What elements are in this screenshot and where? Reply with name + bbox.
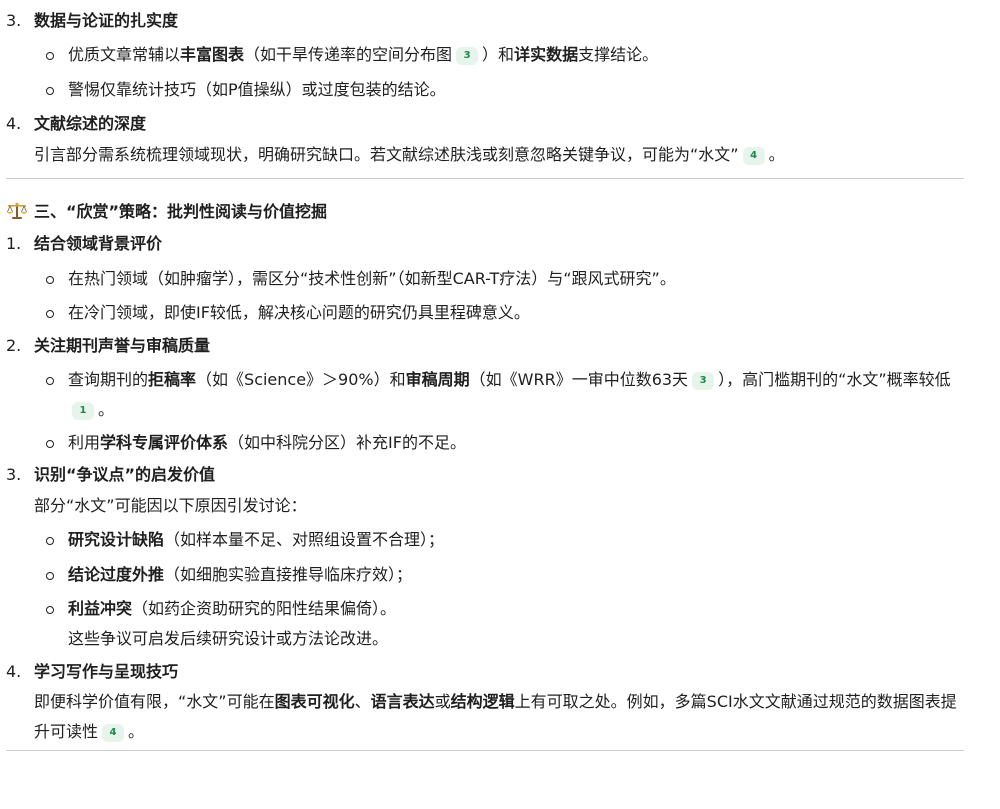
citation-badge[interactable]: 1 <box>72 401 94 420</box>
bullet-item: 在热门领域（如肿瘤学），需区分“技术性创新”（如新型CAR-T疗法）与“跟风式研… <box>0 264 970 294</box>
text: 。 <box>98 399 115 419</box>
bold-text: 审稿周期 <box>405 369 470 389</box>
text: 在热门领域（如肿瘤学），需区分“技术性创新”（如新型CAR-T疗法）与“跟风式研… <box>68 268 676 288</box>
list-number: 1. <box>6 234 22 254</box>
citation-badge[interactable]: 4 <box>742 146 765 165</box>
bold-text: 学科专属评价体系 <box>100 433 229 453</box>
text: 这些争议可启发后续研究设计或方法论改进。 <box>68 629 389 649</box>
bullet-item: 研究设计缺陷（如样本量不足、对照组设置不合理）； <box>0 525 970 555</box>
list-item-title: 关注期刊声誉与审稿质量 <box>34 335 211 355</box>
text: （如干旱传递率的空间分布图 <box>244 45 453 65</box>
balance-scale-icon <box>6 202 28 219</box>
text: 。 <box>128 721 145 741</box>
bold-text: 图表可视化 <box>274 692 355 712</box>
text: 部分“水文”可能因以下原因引发讨论： <box>34 495 307 515</box>
list-number: 3. <box>6 465 22 485</box>
bullet-item: 在冷门领域，即使IF较低，解决核心问题的研究仍具里程碑意义。 <box>0 298 970 328</box>
text: ）和 <box>482 45 515 65</box>
citation-badge[interactable]: 3 <box>692 371 715 390</box>
text: （如中科院分区）补充IF的不足。 <box>228 433 466 453</box>
bullet-item: 警惕仅靠统计技巧（如P值操纵）或过度包装的结论。 <box>0 75 970 105</box>
text: 支撑结论。 <box>578 45 659 65</box>
list-item-data-argument: 3. 数据与论证的扎实度 <box>0 6 970 36</box>
text: 引言部分需系统梳理领域现状，明确研究缺口。若文献综述肤浅或刻意忽略关键争议，可能… <box>34 144 739 164</box>
text: 查询期刊的 <box>68 369 149 389</box>
section-heading-text: 三、“欣赏”策略：批判性阅读与价值挖掘 <box>34 201 328 221</box>
document-page: 3. 数据与论证的扎实度 优质文章常辅以丰富图表（如干旱传递率的空间分布图 3 ）和… <box>0 0 1000 809</box>
list-item-title: 数据与论证的扎实度 <box>34 11 179 30</box>
text: （如《Science》＞90%）和 <box>196 369 406 389</box>
bold-text: 语言表达 <box>370 692 435 712</box>
text: 利用 <box>68 433 101 453</box>
text: （如《WRR》一审中位数63天 <box>469 369 689 389</box>
text: 警惕仅靠统计技巧（如P值操纵）或过度包装的结论。 <box>68 79 446 99</box>
bullet-item: 优质文章常辅以丰富图表（如干旱传递率的空间分布图 3 ）和详实数据支撑结论。 <box>0 40 970 70</box>
text: （如药企资助研究的阳性结果偏倚）。 <box>132 599 397 619</box>
list-item-field-background: 1. 结合领域背景评价 <box>0 229 970 259</box>
citation-badge[interactable]: 4 <box>102 723 125 742</box>
text: 即便科学价值有限，“水文”可能在 <box>34 692 275 712</box>
text: 或 <box>434 692 451 712</box>
text: 。 <box>768 144 785 164</box>
text: （如细胞实验直接推导临床疗效）； <box>164 564 413 584</box>
bold-text: 利益冲突 <box>68 599 133 619</box>
text: 优质文章常辅以 <box>68 45 181 65</box>
bold-text: 研究设计缺陷 <box>68 530 165 550</box>
bold-text: 详实数据 <box>514 45 579 65</box>
bullet-item: 利用学科专属评价体系（如中科院分区）补充IF的不足。 <box>0 428 970 458</box>
text: ），高门槛期刊的“水文”概率较低 <box>718 369 951 389</box>
text: 在冷门领域，即使IF较低，解决核心问题的研究仍具里程碑意义。 <box>68 303 530 323</box>
divider <box>6 177 964 179</box>
list-number: 4. <box>6 114 22 134</box>
bullet-list: 在热门领域（如肿瘤学），需区分“技术性创新”（如新型CAR-T疗法）与“跟风式研… <box>0 264 1000 329</box>
list-item-writing-skills: 4. 学习写作与呈现技巧 <box>0 657 970 687</box>
paragraph: 引言部分需系统梳理领域现状，明确研究缺口。若文献综述肤浅或刻意忽略关键争议，可能… <box>0 140 970 170</box>
section-heading: 三、“欣赏”策略：批判性阅读与价值挖掘 <box>0 197 1000 227</box>
bold-text: 结论过度外推 <box>68 564 165 584</box>
text: 、 <box>354 692 371 712</box>
list-item-title: 识别“争议点”的启发价值 <box>34 465 216 485</box>
bullet-list: 查询期刊的拒稿率（如《Science》＞90%）和审稿周期（如《WRR》一审中位… <box>0 365 1000 459</box>
citation-badge[interactable]: 3 <box>456 47 479 66</box>
bullet-list: 研究设计缺陷（如样本量不足、对照组设置不合理）； 结论过度外推（如细胞实验直接推… <box>0 525 1000 655</box>
list-item-literature-review: 4. 文献综述的深度 <box>0 109 970 139</box>
list-item-journal-reputation: 2. 关注期刊声誉与审稿质量 <box>0 331 970 361</box>
text: （如样本量不足、对照组设置不合理）； <box>164 530 445 550</box>
list-item-controversy: 3. 识别“争议点”的启发价值 <box>0 460 970 490</box>
bold-text: 丰富图表 <box>180 45 245 65</box>
list-item-title: 文献综述的深度 <box>34 114 147 134</box>
bullet-list: 优质文章常辅以丰富图表（如干旱传递率的空间分布图 3 ）和详实数据支撑结论。 警惕仅… <box>0 40 1000 105</box>
paragraph: 部分“水文”可能因以下原因引发讨论： <box>0 491 970 521</box>
bold-text: 拒稿率 <box>148 369 197 389</box>
list-number: 3. <box>6 11 22 30</box>
list-item-title: 学习写作与呈现技巧 <box>34 661 179 681</box>
bullet-item: 查询期刊的拒稿率（如《Science》＞90%）和审稿周期（如《WRR》一审中位… <box>0 365 970 424</box>
list-number: 4. <box>6 661 22 681</box>
list-number: 2. <box>6 335 22 355</box>
paragraph: 即便科学价值有限，“水文”可能在图表可视化、语言表达或结构逻辑上有可取之处。例如… <box>0 687 970 746</box>
bullet-item: 利益冲突（如药企资助研究的阳性结果偏倚）。 这些争议可启发后续研究设计或方法论改… <box>0 594 970 655</box>
bullet-item: 结论过度外推（如细胞实验直接推导临床疗效）； <box>0 560 970 590</box>
list-item-title: 结合领域背景评价 <box>34 234 163 254</box>
bold-text: 结构逻辑 <box>450 692 515 712</box>
divider <box>6 750 964 752</box>
